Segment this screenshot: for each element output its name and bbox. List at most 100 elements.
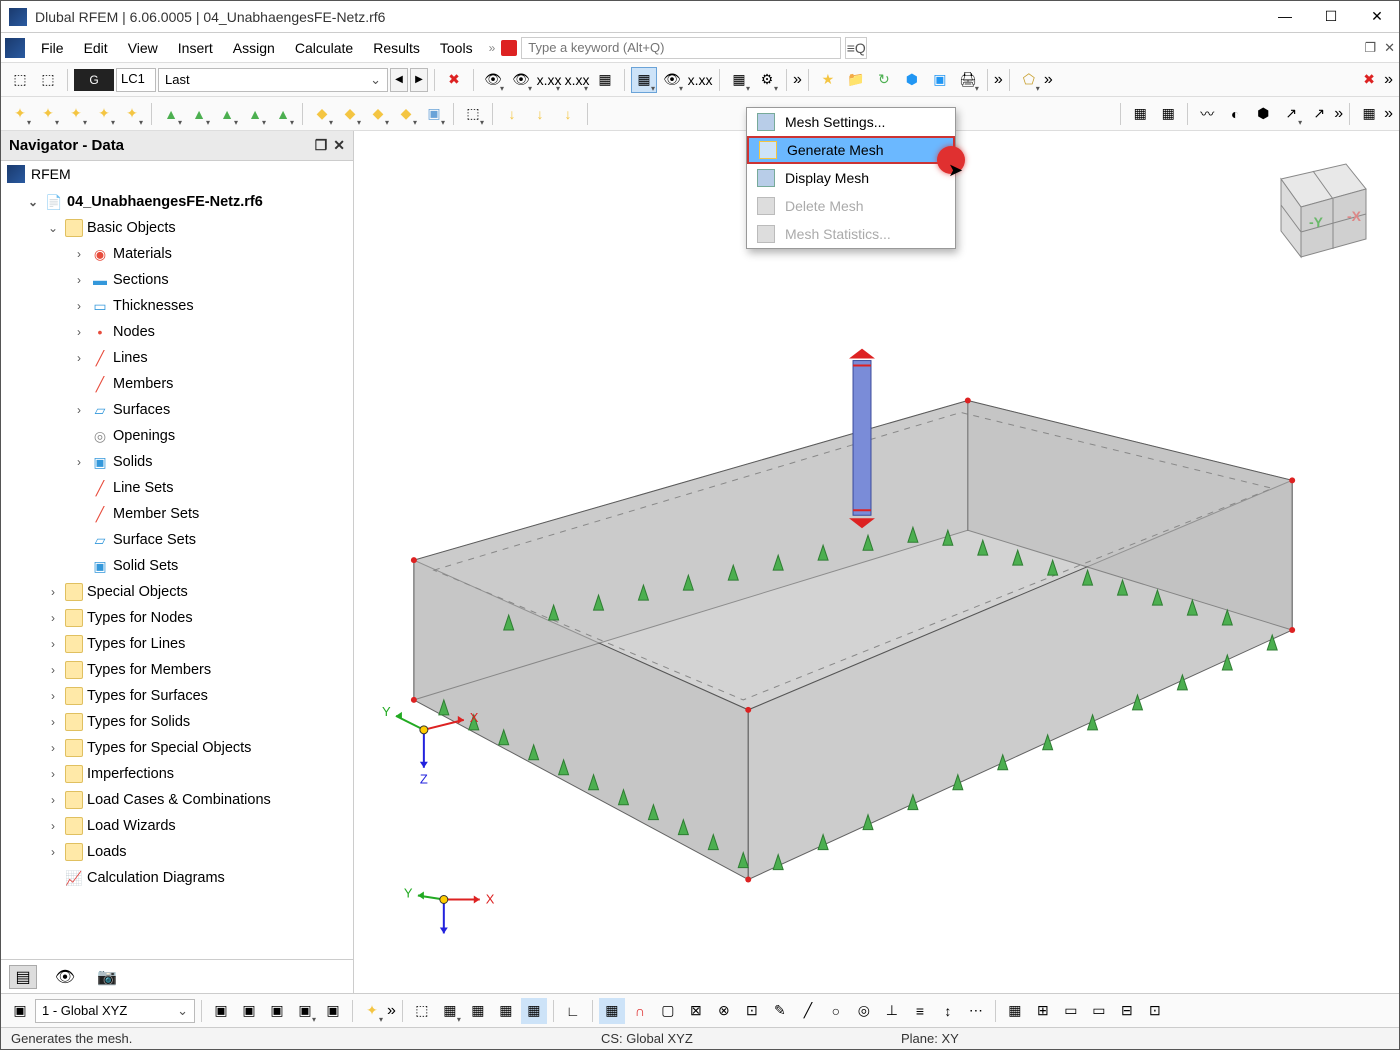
tb2-r1-icon[interactable]: ▦ [1127,101,1153,127]
tb2-load1-icon[interactable]: ↓ [499,101,525,127]
bb-snap4-icon[interactable]: ⊠ [683,998,709,1024]
tb2-hinge4-icon[interactable]: ◆ [393,101,419,127]
maximize-button[interactable]: ☐ [1317,8,1345,25]
tb-filter-icon[interactable]: ⬠ [1016,67,1042,93]
tb2-solid-icon[interactable]: ✦ [119,101,145,127]
bb-grid6-icon[interactable]: ⊡ [1142,998,1168,1024]
tb2-grid-icon[interactable]: ▦ [1356,101,1382,127]
tb-dim2-icon[interactable]: x.xx [564,67,590,93]
tb-delete-icon[interactable]: ✖ [441,67,467,93]
tb-calc-icon[interactable]: ▦ [726,67,752,93]
tb2-overflow2-icon[interactable]: » [1384,105,1393,123]
navigator-tree[interactable]: ⌄ 📄 04_UnabhaengesFE-Netz.rf6 ⌄ Basic Ob… [1,187,353,959]
tree-solids[interactable]: ›▣Solids [1,449,353,475]
menu-view[interactable]: View [118,36,168,60]
app-menu-icon[interactable] [5,38,25,58]
bb-view5-icon[interactable]: ▣ [320,998,346,1024]
tb2-hinge5-icon[interactable]: ▣ [421,101,447,127]
navigator-pop-icon[interactable]: ❐ [315,137,328,154]
tb-open-icon[interactable]: ⬚ [35,67,61,93]
viewport-3d[interactable]: X Y Z X Y Z [354,131,1399,993]
tree-types-special[interactable]: ›Types for Special Objects [1,735,353,761]
cs-select[interactable]: 1 - Global XYZ [35,999,195,1023]
tb2-r5-icon[interactable]: ⬢ [1250,101,1276,127]
nav-tab-display-icon[interactable]: 👁 [51,965,79,989]
tb2-r2-icon[interactable]: ▦ [1155,101,1181,127]
tb-cloud-icon[interactable]: ⬢ [899,67,925,93]
tb2-hinge3-icon[interactable]: ◆ [365,101,391,127]
menu-file[interactable]: File [31,36,74,60]
tree-sections[interactable]: ›▬Sections [1,267,353,293]
loadcase-select[interactable]: Last [158,68,388,92]
tree-nodes[interactable]: ›•Nodes [1,319,353,345]
bb-s4-icon[interactable]: ▦ [493,998,519,1024]
tb-star-icon[interactable]: ★ [815,67,841,93]
tb2-support1-icon[interactable]: ▲ [158,101,184,127]
nav-tab-views-icon[interactable]: 📷 [93,965,121,989]
tree-thicknesses[interactable]: ›▭Thicknesses [1,293,353,319]
menu-overflow-icon[interactable]: » [489,41,496,55]
bb-s2-icon[interactable]: ▦ [437,998,463,1024]
bb-view4-icon[interactable]: ▣ [292,998,318,1024]
lc-prev-button[interactable]: ◀ [390,68,408,92]
bb-grid1-icon[interactable]: ▦ [1002,998,1028,1024]
tree-member-sets[interactable]: ╱Member Sets [1,501,353,527]
menu-insert[interactable]: Insert [168,36,223,60]
tb-overflow2-icon[interactable]: » [994,71,1003,89]
menu-edit[interactable]: Edit [74,36,118,60]
tb2-r6-icon[interactable]: ↗ [1278,101,1304,127]
tb-overflow1-icon[interactable]: » [793,71,802,89]
search-input[interactable] [521,37,841,59]
tb2-r3-icon[interactable]: 〰 [1194,101,1220,127]
nav-tab-data-icon[interactable]: ▤ [9,965,37,989]
menu-results[interactable]: Results [363,36,430,60]
tb2-load2-icon[interactable]: ↓ [527,101,553,127]
bb-snap9-icon[interactable]: ○ [823,998,849,1024]
menu-tools[interactable]: Tools [430,36,483,60]
tree-basic-objects[interactable]: ⌄ Basic Objects [1,215,353,241]
bb-overflow1-icon[interactable]: » [387,1002,396,1020]
navigator-close-icon[interactable]: ✕ [333,137,345,154]
tb-close-x-icon[interactable]: ✖ [1356,67,1382,93]
tb2-surface-icon[interactable]: ✦ [91,101,117,127]
tb-dim-icon[interactable]: x.xx [536,67,562,93]
tree-members[interactable]: ╱Members [1,371,353,397]
tb-calc2-icon[interactable]: ⚙ [754,67,780,93]
bb-grid2-icon[interactable]: ⊞ [1030,998,1056,1024]
tree-types-lines[interactable]: ›Types for Lines [1,631,353,657]
bb-snap3-icon[interactable]: ▢ [655,998,681,1024]
tree-loadwizards[interactable]: ›Load Wizards [1,813,353,839]
tb-section-icon[interactable]: ▦ [592,67,618,93]
bb-snap8-icon[interactable]: ╱ [795,998,821,1024]
tb-folder-icon[interactable]: 📁 [843,67,869,93]
tb-box-icon[interactable]: ▣ [927,67,953,93]
bb-snap7-icon[interactable]: ✎ [767,998,793,1024]
tb2-hinge1-icon[interactable]: ◆ [309,101,335,127]
tree-solid-sets[interactable]: ▣Solid Sets [1,553,353,579]
tb2-load3-icon[interactable]: ↓ [555,101,581,127]
tree-lines[interactable]: ›╱Lines [1,345,353,371]
tb2-r4-icon[interactable]: ◐ [1222,101,1248,127]
bb-snap5-icon[interactable]: ⊗ [711,998,737,1024]
tb-overflow3-icon[interactable]: » [1044,71,1053,89]
bb-snap12-icon[interactable]: ≡ [907,998,933,1024]
tree-line-sets[interactable]: ╱Line Sets [1,475,353,501]
view-cube[interactable]: -Y -X [1251,149,1381,269]
loadcase-field[interactable]: LC1 [116,68,156,92]
bb-s3-icon[interactable]: ▦ [465,998,491,1024]
tb2-support3-icon[interactable]: ▲ [214,101,240,127]
tree-materials[interactable]: ›◉Materials [1,241,353,267]
tb-mesh-button[interactable]: ▦ [631,67,657,93]
tb-visibility-icon[interactable]: 👁 [480,67,506,93]
bb-grid4-icon[interactable]: ▭ [1086,998,1112,1024]
flag-icon[interactable] [501,40,517,56]
tb2-support2-icon[interactable]: ▲ [186,101,212,127]
tb2-line-icon[interactable]: ✦ [35,101,61,127]
tree-imperfections[interactable]: ›Imperfections [1,761,353,787]
tree-file[interactable]: ⌄ 📄 04_UnabhaengesFE-Netz.rf6 [1,189,353,215]
tb2-hinge2-icon[interactable]: ◆ [337,101,363,127]
tb2-support4-icon[interactable]: ▲ [242,101,268,127]
bb-snap11-icon[interactable]: ⊥ [879,998,905,1024]
tree-calc-diagrams[interactable]: 📈Calculation Diagrams [1,865,353,891]
tree-surface-sets[interactable]: ▱Surface Sets [1,527,353,553]
